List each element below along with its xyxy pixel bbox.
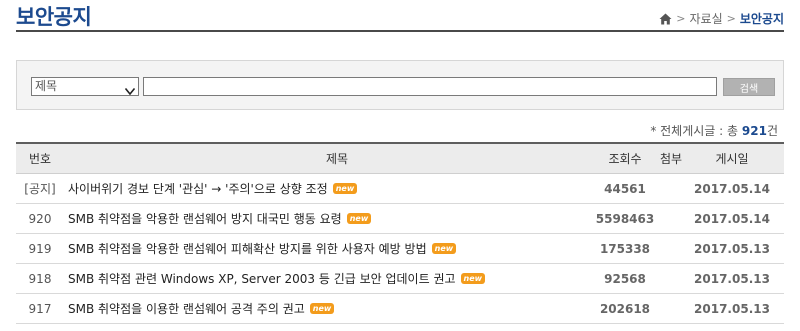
table-row[interactable]: [공지] 사이버위기 경보 단계 '관심' → '주의'으로 상향 조정 new…: [16, 174, 784, 204]
row-views: 175338: [599, 241, 651, 256]
row-title-link[interactable]: SMB 취약점을 악용한 랜섬웨어 피해확산 방지를 위한 사용자 예방 방법: [68, 240, 427, 257]
new-badge: new: [346, 213, 372, 224]
notice-table: 번호 제목 조회수 첨부 게시일 [공지] 사이버위기 경보 단계 '관심' →…: [16, 142, 784, 324]
new-badge: new: [460, 273, 486, 284]
search-input[interactable]: [143, 77, 717, 96]
breadcrumb-separator: >: [726, 12, 736, 25]
search-field-select[interactable]: 제목: [31, 77, 139, 96]
row-number: [공지]: [24, 182, 56, 196]
row-number: 920: [28, 211, 52, 226]
total-count-prefix: * 전체게시글 : 총: [650, 124, 739, 138]
row-date: 2017.05.14: [694, 211, 770, 226]
row-views: 44561: [604, 181, 646, 196]
column-header-attach: 첨부: [659, 152, 683, 166]
search-field-selected: 제목: [35, 79, 58, 93]
row-title[interactable]: SMB 취약점을 악용한 랜섬웨어 방지 대국민 행동 요령 new: [66, 204, 606, 233]
page-header: 보안공지 > 자료실 > 보안공지: [16, 0, 784, 32]
breadcrumb-item-archive[interactable]: 자료실: [689, 10, 722, 27]
row-title-link[interactable]: SMB 취약점을 이용한 랜섬웨어 공격 주의 권고: [68, 300, 305, 317]
row-views: 202618: [599, 301, 651, 316]
row-title-link[interactable]: SMB 취약점 관련 Windows XP, Server 2003 등 긴급 …: [68, 270, 456, 287]
search-panel: 제목 검색: [16, 60, 784, 110]
table-row[interactable]: 918 SMB 취약점 관련 Windows XP, Server 2003 등…: [16, 264, 784, 294]
row-title[interactable]: 사이버위기 경보 단계 '관심' → '주의'으로 상향 조정 new: [66, 174, 606, 203]
row-date: 2017.05.13: [694, 271, 770, 286]
new-badge: new: [332, 183, 358, 194]
new-badge: new: [431, 243, 457, 254]
row-date: 2017.05.14: [694, 181, 770, 196]
row-views: 5598463: [595, 211, 655, 226]
home-icon[interactable]: [659, 13, 672, 25]
breadcrumb-item-current: 보안공지: [739, 12, 784, 26]
page-title: 보안공지: [16, 5, 92, 29]
breadcrumb: > 자료실 > 보안공지: [659, 10, 784, 27]
breadcrumb-separator: >: [676, 12, 686, 25]
row-title[interactable]: SMB 취약점 관련 Windows XP, Server 2003 등 긴급 …: [66, 264, 606, 293]
row-title-link[interactable]: SMB 취약점을 악용한 랜섬웨어 방지 대국민 행동 요령: [68, 210, 342, 227]
row-date: 2017.05.13: [694, 241, 770, 256]
search-button[interactable]: 검색: [723, 78, 775, 96]
total-count-suffix: 건: [766, 124, 778, 138]
table-row[interactable]: 920 SMB 취약점을 악용한 랜섬웨어 방지 대국민 행동 요령 new 5…: [16, 204, 784, 234]
column-header-number: 번호: [28, 152, 52, 166]
row-attach: [656, 174, 686, 203]
row-title[interactable]: SMB 취약점을 악용한 랜섬웨어 피해확산 방지를 위한 사용자 예방 방법 …: [66, 234, 606, 263]
row-date: 2017.05.13: [694, 301, 770, 316]
total-count: * 전체게시글 : 총 921건: [650, 122, 778, 139]
row-attach: [656, 234, 686, 263]
row-number: 918: [28, 271, 52, 286]
row-attach: [656, 204, 686, 233]
row-attach: [656, 294, 686, 323]
table-row[interactable]: 919 SMB 취약점을 악용한 랜섬웨어 피해확산 방지를 위한 사용자 예방…: [16, 234, 784, 264]
row-title[interactable]: SMB 취약점을 이용한 랜섬웨어 공격 주의 권고 new: [66, 294, 606, 323]
column-header-views: 조회수: [608, 152, 642, 166]
chevron-down-icon: [124, 83, 136, 96]
new-badge: new: [309, 303, 335, 314]
column-header-date: 게시일: [715, 152, 749, 166]
row-attach: [656, 264, 686, 293]
row-title-link[interactable]: 사이버위기 경보 단계 '관심' → '주의'으로 상향 조정: [68, 180, 328, 197]
total-count-value: 921: [741, 124, 767, 138]
table-header-row: 번호 제목 조회수 첨부 게시일: [16, 144, 784, 174]
table-row[interactable]: 917 SMB 취약점을 이용한 랜섬웨어 공격 주의 권고 new 20261…: [16, 294, 784, 324]
column-header-title: 제목: [325, 152, 349, 166]
row-number: 919: [28, 241, 52, 256]
row-number: 917: [28, 301, 52, 316]
row-views: 92568: [604, 271, 646, 286]
